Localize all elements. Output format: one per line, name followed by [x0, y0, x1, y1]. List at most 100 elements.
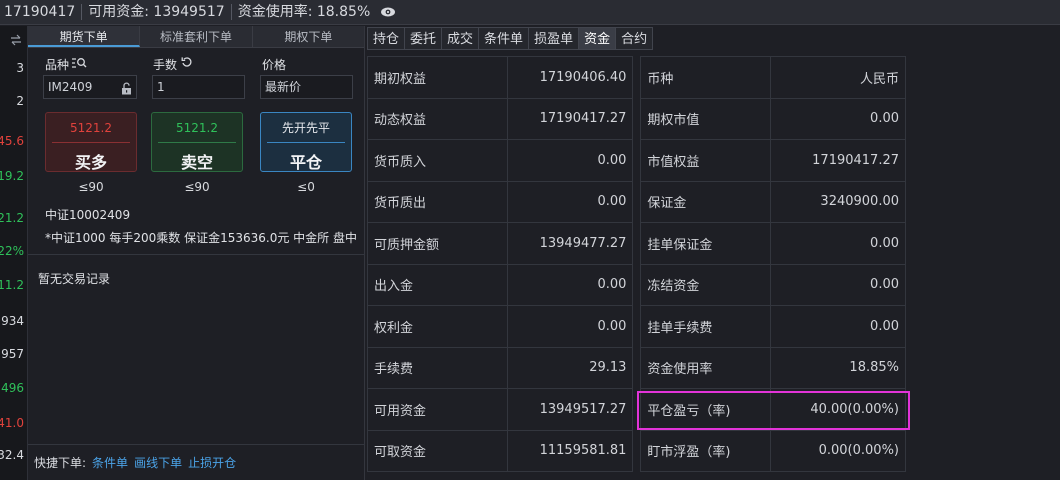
- table-row: 出入金 0.00 冻结资金 0.00: [367, 263, 906, 306]
- field-label: 出入金: [367, 263, 508, 306]
- quote-value: 11.2: [0, 278, 24, 292]
- tab-capital[interactable]: 资金: [578, 27, 616, 50]
- tab-options-order[interactable]: 期权下单: [253, 26, 364, 47]
- field-label: 可用资金: [367, 388, 508, 431]
- price-input[interactable]: 最新价: [260, 75, 353, 99]
- table-row: 期初权益 17190406.40 币种 人民币: [367, 56, 906, 99]
- price-label: 价格: [262, 58, 287, 72]
- tab-arbitrage-order[interactable]: 标准套利下单: [140, 26, 253, 47]
- field-label: 可质押金额: [367, 222, 508, 265]
- field-value: 17190417.27: [770, 139, 906, 182]
- field-label: 权利金: [367, 305, 508, 348]
- table-row: 权利金 0.00 挂单手续费 0.00: [367, 305, 906, 348]
- quick-order-label: 快捷下单:: [34, 456, 87, 470]
- account-tabs: 持仓 委托 成交 条件单 损盈单 资金 合约: [367, 27, 654, 50]
- buy-long-button[interactable]: 5121.2 买多: [45, 112, 137, 172]
- field-label: 期初权益: [367, 56, 508, 99]
- gap: [632, 430, 642, 472]
- eye-icon[interactable]: [378, 5, 398, 19]
- field-value: 0.00: [506, 139, 634, 182]
- table-row: 手续费 29.13 资金使用率 18.85%: [367, 346, 906, 389]
- conditional-order-link[interactable]: 条件单: [92, 454, 128, 471]
- field-label: 挂单手续费: [640, 305, 772, 348]
- field-label: 资金使用率: [640, 346, 772, 389]
- field-value: 0.00: [506, 263, 634, 306]
- highlight-box: [637, 391, 910, 430]
- lots-label: 手数: [153, 58, 178, 72]
- close-position-label: 平仓: [289, 153, 322, 172]
- tab-conditional[interactable]: 条件单: [478, 27, 529, 50]
- gap: [632, 139, 642, 181]
- divider: [52, 142, 130, 143]
- search-list-icon[interactable]: [72, 57, 88, 72]
- field-label: 货币质入: [367, 139, 508, 182]
- field-value: 11159581.81: [506, 429, 634, 472]
- field-label: 可取资金: [367, 429, 508, 472]
- gap: [632, 305, 642, 347]
- reset-icon[interactable]: [181, 56, 193, 71]
- field-value: 0.00: [770, 305, 906, 348]
- field-value: 29.13: [506, 346, 634, 389]
- swap-arrows-icon[interactable]: [0, 26, 27, 54]
- quote-value: 2: [16, 94, 24, 108]
- field-label: 挂单保证金: [640, 222, 772, 265]
- field-value: 17190417.27: [506, 97, 634, 140]
- field-label: 保证金: [640, 180, 772, 223]
- close-mode: 先开先平: [281, 121, 330, 135]
- variety-label: 品种: [45, 58, 70, 72]
- table-row: 货币质入 0.00 市值权益 17190417.27: [367, 139, 906, 182]
- divider: [28, 254, 365, 255]
- field-value: 0.00: [770, 222, 906, 265]
- quote-value: 19.2: [0, 169, 24, 183]
- quote-value: 32.4: [0, 448, 24, 462]
- order-tabs: 期货下单 标准套利下单 期权下单: [28, 26, 364, 48]
- tab-trades[interactable]: 成交: [441, 27, 479, 50]
- sell-short-button[interactable]: 5121.2 卖空: [151, 112, 243, 172]
- draw-line-order-link[interactable]: 画线下单: [134, 454, 182, 471]
- tab-futures-order[interactable]: 期货下单: [28, 26, 141, 47]
- field-label: 币种: [640, 56, 772, 99]
- stop-loss-open-link[interactable]: 止损开仓: [188, 454, 236, 471]
- quote-value: 22%: [0, 244, 24, 258]
- field-label: 期权市值: [640, 97, 772, 140]
- buy-long-label: 买多: [74, 153, 107, 172]
- quote-value: 45.6: [0, 134, 24, 148]
- field-value: 13949517.27: [506, 388, 634, 431]
- tab-positions[interactable]: 持仓: [367, 27, 405, 50]
- tab-contract[interactable]: 合约: [615, 27, 654, 50]
- field-value: 0.00: [506, 305, 634, 348]
- gap: [632, 98, 642, 140]
- lots-input[interactable]: 1: [152, 75, 245, 99]
- sell-price: 5121.2: [176, 121, 218, 135]
- gap: [632, 222, 642, 264]
- close-position-button[interactable]: 先开先平 平仓: [260, 112, 352, 172]
- field-value: 18.85%: [770, 346, 906, 389]
- field-label: 动态权益: [367, 97, 508, 140]
- field-value: 0.00(0.00%): [770, 429, 906, 472]
- variety-input[interactable]: IM2409: [43, 75, 137, 99]
- quote-value: 41.0: [0, 416, 24, 430]
- table-row: 货币质出 0.00 保证金 3240900.00: [367, 180, 906, 223]
- gap: [632, 56, 642, 98]
- tab-orders[interactable]: 委托: [404, 27, 442, 50]
- gap: [632, 347, 642, 389]
- table-row: 动态权益 17190417.27 期权市值 0.00: [367, 97, 906, 140]
- tab-stop-profit[interactable]: 损盈单: [528, 27, 579, 50]
- field-value: 3240900.00: [770, 180, 906, 223]
- field-value: 0.00: [770, 263, 906, 306]
- quick-order-bar: 快捷下单: 条件单 画线下单 止损开仓: [28, 444, 365, 480]
- contract-name: 中证10002409: [45, 208, 131, 222]
- divider: [267, 142, 345, 143]
- no-trade-records: 暂无交易记录: [38, 272, 111, 286]
- quote-side-column: 3 2 45.6 19.2 21.2 22% 11.2 934 957 496 41.0 32.4: [0, 26, 28, 480]
- account-status-bar: 17190417 可用资金: 13949517 资金使用率: 18.85%: [0, 0, 1060, 25]
- field-value: 0.00: [506, 180, 634, 223]
- table-row: 可质押金额 13949477.27 挂单保证金 0.00: [367, 222, 906, 265]
- gap: [632, 264, 642, 306]
- variety-value: IM2409: [48, 80, 93, 94]
- buy-limit: ≤90: [78, 180, 104, 194]
- field-value: 人民币: [770, 56, 906, 99]
- contract-description: *中证1000 每手200乘数 保证金153636.0元 中金所 盘中: [45, 231, 357, 245]
- unlock-icon[interactable]: [121, 80, 132, 102]
- field-label: 盯市浮盈（率): [640, 429, 772, 472]
